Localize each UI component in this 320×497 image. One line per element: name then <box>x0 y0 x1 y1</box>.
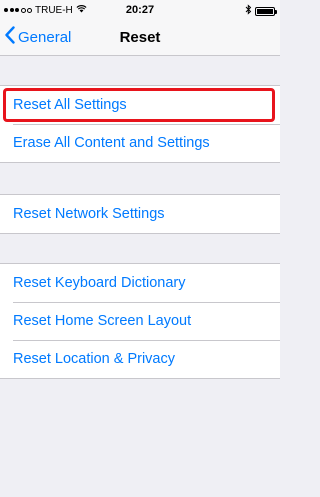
reset-group-network: Reset Network Settings <box>0 194 280 234</box>
reset-keyboard-dictionary-label: Reset Keyboard Dictionary <box>13 275 186 291</box>
status-right <box>245 4 277 18</box>
reset-keyboard-dictionary-item[interactable]: Reset Keyboard Dictionary <box>0 264 280 302</box>
reset-all-settings-label: Reset All Settings <box>13 97 127 113</box>
bluetooth-icon <box>245 4 252 18</box>
reset-network-settings-item[interactable]: Reset Network Settings <box>0 195 280 233</box>
settings-reset-screen: TRUE-H 20:27 General Reset Reset All Set… <box>0 0 280 497</box>
status-bar: TRUE-H 20:27 <box>0 0 280 20</box>
erase-all-content-label: Erase All Content and Settings <box>13 135 210 151</box>
reset-home-screen-layout-label: Reset Home Screen Layout <box>13 313 192 329</box>
navigation-bar: General Reset <box>0 20 280 56</box>
erase-all-content-item[interactable]: Erase All Content and Settings <box>0 124 280 162</box>
reset-network-settings-label: Reset Network Settings <box>13 206 165 222</box>
reset-group-primary: Reset All Settings Erase All Content and… <box>0 85 280 163</box>
reset-location-privacy-label: Reset Location & Privacy <box>13 351 175 367</box>
reset-location-privacy-item[interactable]: Reset Location & Privacy <box>0 340 280 378</box>
reset-home-screen-layout-item[interactable]: Reset Home Screen Layout <box>0 302 280 340</box>
battery-icon <box>255 6 277 16</box>
page-title: Reset <box>119 29 161 46</box>
reset-group-misc: Reset Keyboard Dictionary Reset Home Scr… <box>0 263 280 379</box>
reset-all-settings-item[interactable]: Reset All Settings <box>0 86 280 124</box>
status-time: 20:27 <box>125 4 155 16</box>
